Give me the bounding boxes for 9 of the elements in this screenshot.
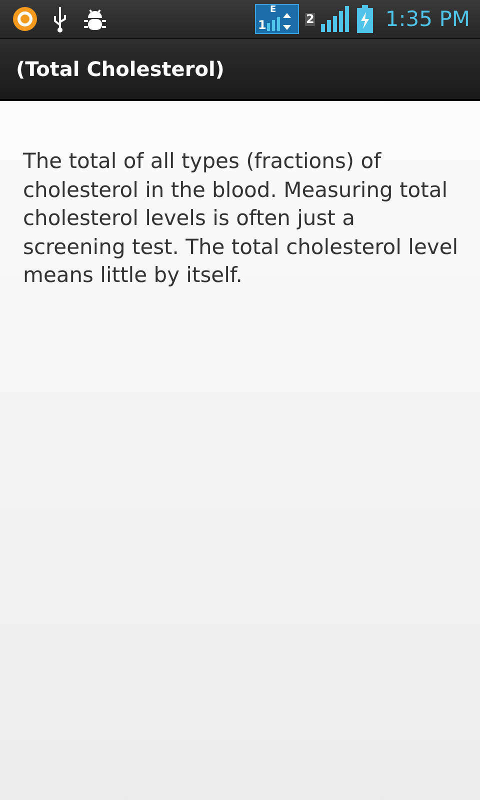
sim-slot-label: 2 — [305, 12, 316, 26]
sim-signal-icon: E 1 — [255, 4, 300, 34]
clock-time: 1:35 PM — [385, 7, 470, 31]
app-notification-icon — [12, 6, 38, 32]
usb-icon — [52, 5, 68, 33]
description-text: The total of all types (fractions) of cholesterol in the blood. Measuring total cholesterol levels is often just a screening test. The total cholesterol level means little by itself. — [23, 148, 460, 289]
screen-title: (Total Cholesterol) — [16, 57, 224, 81]
signal-icon — [321, 6, 352, 32]
battery-charging-icon — [357, 5, 374, 33]
